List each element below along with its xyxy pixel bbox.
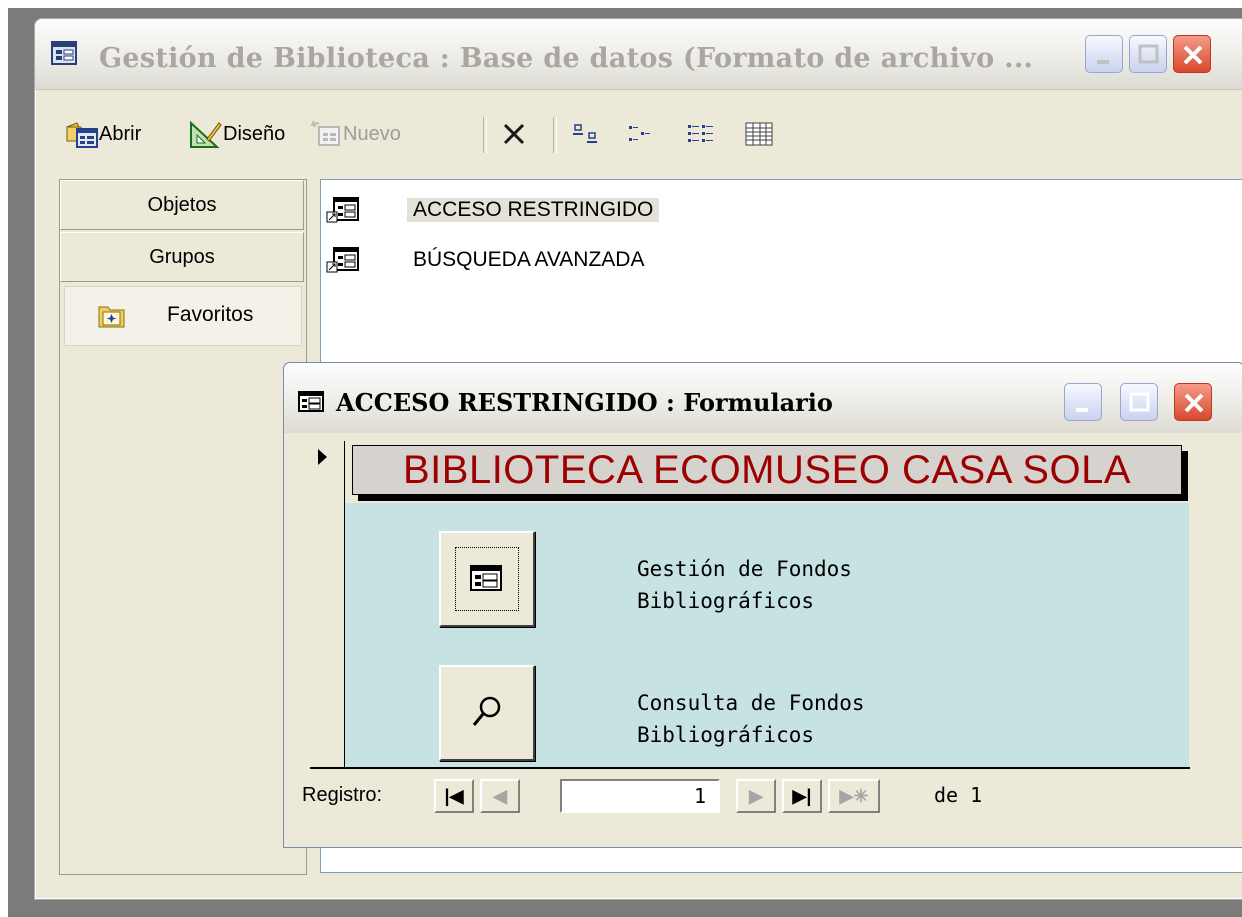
form-heading-box: BIBLIOTECA ECOMUSEO CASA SOLA bbox=[352, 445, 1182, 495]
form-shortcut-icon bbox=[326, 197, 359, 223]
list-view-icon bbox=[688, 125, 713, 142]
details-view-icon bbox=[745, 122, 773, 146]
form-close-button[interactable] bbox=[1174, 383, 1212, 421]
large-icons-button[interactable] bbox=[571, 119, 603, 149]
design-button[interactable]: Diseño bbox=[189, 119, 285, 149]
database-toolbar: Abrir Diseño Nuevo bbox=[35, 109, 1242, 159]
open-form-icon bbox=[66, 122, 98, 148]
maximize-icon bbox=[1129, 392, 1150, 412]
new-label: Nuevo bbox=[343, 122, 401, 145]
gestion-fondos-line2: Bibliográficos bbox=[637, 589, 815, 613]
new-button[interactable]: Nuevo bbox=[309, 119, 401, 149]
toolbar-separator bbox=[483, 117, 487, 153]
database-icon bbox=[51, 41, 77, 65]
record-count-label: de 1 bbox=[934, 783, 983, 807]
small-icons-view-icon bbox=[629, 126, 650, 141]
next-record-button[interactable]: ▶ bbox=[736, 779, 776, 813]
close-button[interactable] bbox=[1173, 35, 1211, 73]
large-icons-view-icon bbox=[573, 124, 597, 143]
list-view-button[interactable] bbox=[685, 119, 719, 149]
first-record-icon: |◀ bbox=[444, 786, 464, 806]
favorites-label: Favoritos bbox=[167, 303, 254, 326]
record-label: Registro: bbox=[302, 784, 383, 806]
last-record-icon: ▶| bbox=[792, 786, 812, 806]
magnifier-icon bbox=[472, 696, 501, 726]
consulta-fondos-line1: Consulta de Fondos bbox=[637, 691, 865, 715]
form-icon bbox=[298, 391, 324, 412]
form-name: ACCESO RESTRINGIDO bbox=[407, 198, 660, 222]
list-item-acceso-restringido[interactable]: ACCESO RESTRINGIDO bbox=[321, 190, 721, 230]
close-icon bbox=[1183, 45, 1203, 65]
record-selector[interactable] bbox=[310, 441, 345, 767]
previous-record-button[interactable]: ◀ bbox=[480, 779, 520, 813]
last-record-button[interactable]: ▶| bbox=[782, 779, 822, 813]
form-window-title: ACCESO RESTRINGIDO : Formulario bbox=[336, 388, 833, 417]
form-minimize-button[interactable] bbox=[1064, 383, 1102, 421]
delete-button[interactable] bbox=[499, 119, 529, 149]
current-record-field[interactable]: 1 bbox=[560, 779, 720, 813]
small-icons-button[interactable] bbox=[625, 119, 657, 149]
first-record-button[interactable]: |◀ bbox=[434, 779, 474, 813]
minimize-icon bbox=[1097, 60, 1109, 64]
form-shortcut-icon bbox=[326, 247, 359, 273]
new-form-icon bbox=[310, 120, 340, 146]
form-window: ACCESO RESTRINGIDO : Formulario BIBLIOTE… bbox=[283, 362, 1242, 848]
minimize-button[interactable] bbox=[1085, 35, 1123, 73]
next-record-icon: ▶ bbox=[749, 786, 763, 806]
groups-button[interactable]: Grupos bbox=[60, 232, 304, 282]
gestion-fondos-line1: Gestión de Fondos bbox=[637, 557, 852, 581]
database-window-title: Gestión de Biblioteca : Base de datos (F… bbox=[99, 43, 1034, 74]
record-navigation-bar: Registro: |◀ ◀ 1 ▶ ▶| ▶✳ de 1 bbox=[290, 775, 1230, 815]
database-window-titlebar[interactable]: Gestión de Biblioteca : Base de datos (F… bbox=[35, 19, 1242, 90]
form-heading: BIBLIOTECA ECOMUSEO CASA SOLA bbox=[402, 448, 1132, 492]
consulta-fondos-button[interactable] bbox=[439, 665, 535, 761]
consulta-fondos-label: Consulta de Fondos Bibliográficos bbox=[637, 687, 865, 751]
favorites-folder-icon bbox=[98, 306, 125, 328]
open-label: Abrir bbox=[99, 122, 142, 145]
maximize-button[interactable] bbox=[1129, 35, 1167, 73]
delete-x-icon bbox=[503, 123, 525, 145]
form-icon bbox=[470, 565, 502, 591]
form-maximize-button[interactable] bbox=[1120, 383, 1158, 421]
section-divider bbox=[310, 767, 1190, 769]
gestion-fondos-label: Gestión de Fondos Bibliográficos bbox=[637, 553, 852, 617]
close-icon bbox=[1184, 393, 1204, 413]
favorites-item[interactable]: Favoritos bbox=[64, 286, 302, 346]
form-window-titlebar[interactable]: ACCESO RESTRINGIDO : Formulario bbox=[284, 363, 1242, 433]
consulta-fondos-line2: Bibliográficos bbox=[637, 723, 815, 747]
current-record-arrow-icon bbox=[318, 449, 327, 465]
gestion-fondos-button[interactable] bbox=[439, 531, 535, 627]
objects-button[interactable]: Objetos bbox=[60, 180, 304, 230]
minimize-icon bbox=[1076, 408, 1088, 412]
design-label: Diseño bbox=[223, 122, 286, 145]
maximize-icon bbox=[1138, 44, 1159, 64]
previous-record-icon: ◀ bbox=[493, 786, 507, 806]
form-detail-section: Gestión de Fondos Bibliográficos Consult… bbox=[345, 503, 1189, 769]
toolbar-separator bbox=[553, 117, 557, 153]
details-view-button[interactable] bbox=[743, 119, 777, 149]
list-item-busqueda-avanzada[interactable]: BÚSQUEDA AVANZADA bbox=[321, 240, 721, 280]
open-button[interactable]: Abrir bbox=[65, 119, 141, 149]
new-record-button[interactable]: ▶✳ bbox=[828, 779, 880, 813]
new-record-icon: ▶✳ bbox=[839, 786, 869, 806]
form-name: BÚSQUEDA AVANZADA bbox=[413, 248, 645, 271]
objects-bar: Objetos Grupos Favoritos bbox=[59, 179, 307, 875]
design-ruler-icon bbox=[190, 120, 222, 148]
